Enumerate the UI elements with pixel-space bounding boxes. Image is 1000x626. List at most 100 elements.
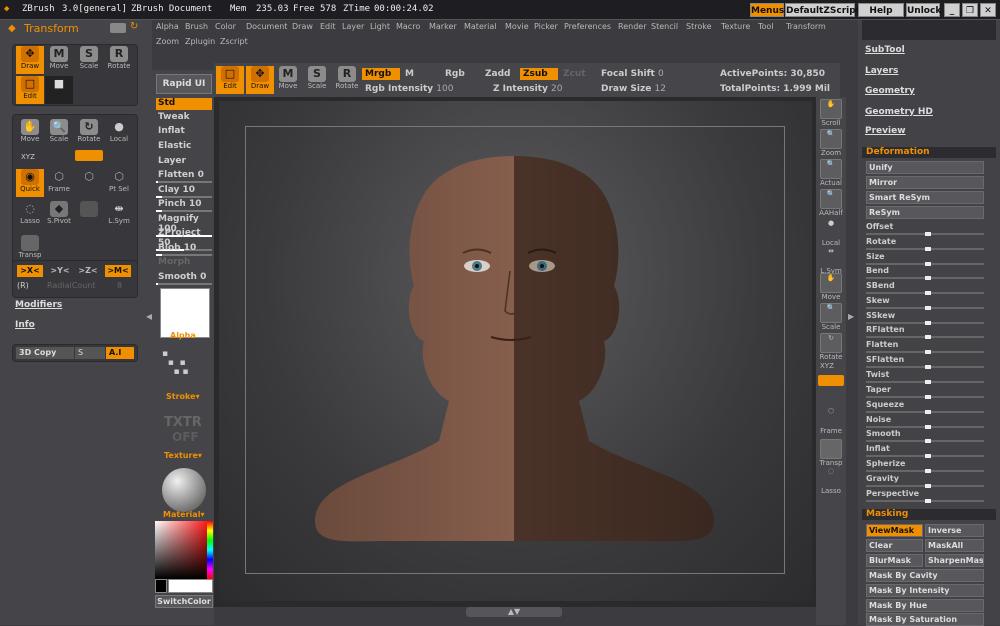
mask-by-hue-button[interactable]: Mask By Hue xyxy=(866,599,984,612)
texture-preview[interactable]: TXTR xyxy=(164,415,202,430)
canvas-scroll-handle[interactable]: ▲▼ xyxy=(466,607,562,617)
menu-draw[interactable]: Draw xyxy=(292,22,313,31)
mask-by-intensity-button[interactable]: Mask By Intensity xyxy=(866,584,984,597)
info-link[interactable]: Info xyxy=(15,320,35,330)
shelf-scale-button[interactable]: S Scale xyxy=(303,66,331,94)
draw-button[interactable]: ✥ Draw xyxy=(16,46,44,74)
actual-button[interactable]: 🔍 Actual xyxy=(818,159,844,187)
brush-clay[interactable]: Clay 10 xyxy=(156,185,212,198)
brush-flatten[interactable]: Flatten 0 xyxy=(156,170,212,183)
sbend-slider[interactable]: SBend xyxy=(866,281,984,295)
s-button[interactable]: S xyxy=(75,347,105,359)
main-color-swatch[interactable] xyxy=(168,579,213,593)
menu-preferences[interactable]: Preferences xyxy=(564,22,611,31)
menu-document[interactable]: Document xyxy=(246,22,287,31)
zcut-button[interactable]: Zcut xyxy=(560,68,589,80)
sflatten-slider[interactable]: SFlatten xyxy=(866,355,984,369)
rapid-ui-button[interactable]: Rapid UI xyxy=(156,74,212,94)
menu-macro[interactable]: Macro xyxy=(396,22,420,31)
restore-icon[interactable]: ❐ xyxy=(962,3,978,17)
sym-y-button[interactable]: >Y< xyxy=(47,265,73,277)
masking-header[interactable]: Masking xyxy=(862,509,996,520)
rflatten-slider[interactable]: RFlatten xyxy=(866,325,984,339)
s-pivot-button[interactable]: ◆ S.Pivot xyxy=(45,201,73,229)
menu-stroke[interactable]: Stroke xyxy=(686,22,712,31)
rgb-intensity-slider[interactable]: Rgb Intensity 100 xyxy=(362,83,456,95)
noise-slider[interactable]: Noise xyxy=(866,415,984,429)
brush-inflat[interactable]: Inflat xyxy=(156,126,212,136)
material-label[interactable]: Material▾ xyxy=(163,510,204,519)
mask-by-saturation-button[interactable]: Mask By Saturation xyxy=(866,613,984,626)
shelf-move-view-button[interactable]: ✋ Move xyxy=(818,273,844,301)
menu-movie[interactable]: Movie xyxy=(505,22,529,31)
lasso-button[interactable]: ◌ Lasso xyxy=(16,201,44,229)
shelf-edit-button[interactable]: □ Edit xyxy=(216,66,244,94)
sskew-slider[interactable]: SSkew xyxy=(866,311,984,325)
brush-morph[interactable]: Morph xyxy=(156,257,212,267)
hue-strip[interactable] xyxy=(207,521,213,579)
blur-mask-button[interactable]: BlurMask xyxy=(866,554,923,567)
unify-button[interactable]: Unify xyxy=(866,161,984,174)
shelf-transp-button[interactable]: Transp xyxy=(818,439,844,467)
copy-3d-button[interactable]: 3D Copy xyxy=(16,347,74,359)
clear-mask-button[interactable]: Clear xyxy=(866,539,923,552)
inflat-slider[interactable]: Inflat xyxy=(866,444,984,458)
minimize-icon[interactable]: _ xyxy=(944,3,960,17)
menu-zplugin[interactable]: Zplugin xyxy=(185,37,215,46)
frame-button[interactable]: ⬡ Frame xyxy=(45,169,73,197)
transp-button[interactable]: Transp xyxy=(16,235,44,263)
l-sym-button[interactable]: ⇹ L.Sym xyxy=(105,201,133,229)
menu-transform[interactable]: Transform xyxy=(786,22,826,31)
squeeze-slider[interactable]: Squeeze xyxy=(866,400,984,414)
sym-x-button[interactable]: >X< xyxy=(17,265,43,277)
menu-brush[interactable]: Brush xyxy=(185,22,208,31)
menu-material[interactable]: Material xyxy=(464,22,497,31)
rotate-slider[interactable]: Rotate xyxy=(866,237,984,251)
menu-light[interactable]: Light xyxy=(370,22,390,31)
mirror-button[interactable]: Mirror xyxy=(866,176,984,189)
document-canvas[interactable] xyxy=(219,101,812,601)
twist-slider[interactable]: Twist xyxy=(866,370,984,384)
shelf-move-button[interactable]: M Move xyxy=(274,66,302,94)
geometry-link[interactable]: Geometry xyxy=(865,86,915,96)
resym-button[interactable]: ReSym xyxy=(866,206,984,219)
scale-view-button[interactable]: 🔍 Scale xyxy=(45,119,73,147)
shelf-rotate-button[interactable]: R Rotate xyxy=(333,66,361,94)
collapse-right-icon[interactable]: ▶ xyxy=(848,312,854,321)
rotate-axis-toggle[interactable] xyxy=(75,150,103,161)
mask-by-cavity-button[interactable]: Mask By Cavity xyxy=(866,569,984,582)
rotate-view-button[interactable]: ↻ Rotate xyxy=(75,119,103,147)
draw-size-slider[interactable]: Draw Size 12 xyxy=(598,83,669,95)
stroke-label[interactable]: Stroke▾ xyxy=(166,392,200,401)
taper-slider[interactable]: Taper xyxy=(866,385,984,399)
shelf-axis-toggle[interactable] xyxy=(818,375,844,386)
secondary-color-swatch[interactable] xyxy=(155,579,167,593)
zadd-button[interactable]: Zadd xyxy=(482,68,513,80)
sharpen-mask-button[interactable]: SharpenMask xyxy=(925,554,984,567)
menu-layer[interactable]: Layer xyxy=(342,22,364,31)
geometry-hd-link[interactable]: Geometry HD xyxy=(865,107,933,117)
ai-button[interactable]: A.I xyxy=(106,347,134,359)
edit-button[interactable]: □ Edit xyxy=(16,76,44,104)
switch-color-button[interactable]: SwitchColor xyxy=(155,595,213,608)
size-slider[interactable]: Size xyxy=(866,252,984,266)
mrgb-button[interactable]: Mrgb xyxy=(362,68,400,80)
camera-button[interactable]: ■ xyxy=(45,76,73,104)
perspective-slider[interactable]: Perspective xyxy=(866,489,984,503)
offset-slider[interactable]: Offset xyxy=(866,222,984,236)
pt-sel-button[interactable]: ⬡ Pt Sel xyxy=(105,169,133,197)
preview-link[interactable]: Preview xyxy=(865,126,906,136)
refresh-icon[interactable]: ↻ xyxy=(130,21,138,32)
flatten-slider[interactable]: Flatten xyxy=(866,340,984,354)
zoom-button[interactable]: 🔍 Zoom xyxy=(818,129,844,157)
rotate-button[interactable]: R Rotate xyxy=(105,46,133,74)
help-button[interactable]: Help xyxy=(858,3,904,17)
menu-tool[interactable]: Tool xyxy=(758,22,774,31)
aahalf-button[interactable]: 🔍 AAHalf xyxy=(818,189,844,217)
skew-slider[interactable]: Skew xyxy=(866,296,984,310)
brush-blob[interactable]: Blob 10 xyxy=(156,243,212,256)
move-view-button[interactable]: ✋ Move xyxy=(16,119,44,147)
brush-layer[interactable]: Layer xyxy=(156,156,212,166)
deformation-header[interactable]: Deformation xyxy=(862,147,996,158)
menu-zoom[interactable]: Zoom xyxy=(156,37,179,46)
